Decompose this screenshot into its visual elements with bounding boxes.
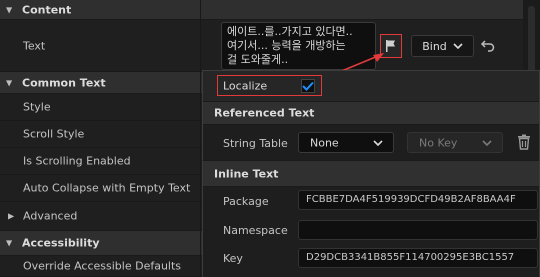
namespace-field[interactable] (298, 220, 538, 240)
property-label-text: Text (23, 39, 46, 52)
string-table-combo[interactable]: None (298, 132, 394, 153)
string-table-label: String Table (223, 137, 288, 150)
trash-icon[interactable] (517, 134, 531, 150)
expand-arrow-icon[interactable]: ▶ (8, 212, 14, 221)
property-label-is-scrolling-enabled: Is Scrolling Enabled (23, 154, 131, 168)
chevron-down-icon (453, 43, 463, 49)
inline-text-fields: Package FCBBE7DA4F519939DCFD49B2AF8BAA4F… (203, 187, 539, 277)
package-field[interactable]: FCBBE7DA4F519939DCFD49B2AF8BAA4F (298, 190, 538, 210)
header-title: Inline Text (214, 167, 279, 180)
localize-row: Localize (203, 71, 539, 101)
combo-value: No Key (419, 136, 458, 149)
referenced-text-header: Referenced Text (203, 101, 539, 125)
property-label-auto-collapse: Auto Collapse with Empty Text (23, 181, 191, 195)
localize-label: Localize (223, 79, 268, 92)
expand-arrow-icon[interactable]: ▼ (6, 78, 12, 87)
section-title: Content (22, 3, 72, 16)
string-table-row: String Table None No Key (203, 125, 539, 160)
expand-arrow-icon[interactable]: ▼ (6, 239, 12, 248)
section-title: Common Text (22, 76, 106, 89)
key-combo: No Key (407, 132, 503, 153)
section-content[interactable]: ▼ Content (0, 0, 540, 20)
namespace-label: Namespace (223, 224, 288, 237)
chevron-down-icon (482, 139, 492, 146)
section-title: Accessibility (22, 236, 100, 250)
text-value-line: 에이트..를..가지고 있다면.. (227, 25, 353, 38)
property-label-override-accessible: Override Accessible Defaults (23, 259, 182, 273)
bind-button-label: Bind (422, 39, 447, 53)
property-label-style: Style (23, 100, 51, 114)
package-label: Package (223, 195, 269, 208)
key-label: Key (223, 252, 243, 265)
reset-to-default-icon[interactable] (480, 37, 496, 53)
localize-checkbox[interactable] (301, 79, 315, 93)
localization-popup: Localize Referenced Text String Table No… (202, 70, 540, 277)
property-label-advanced: Advanced (23, 209, 78, 223)
inline-text-header: Inline Text (203, 160, 539, 187)
localize-toggle[interactable]: Localize (217, 75, 322, 96)
chevron-down-icon (373, 139, 383, 146)
property-label-scroll-style: Scroll Style (23, 127, 85, 141)
expand-arrow-icon[interactable]: ▼ (6, 5, 12, 14)
key-field[interactable]: D29DCB3341B855F114700295E3BC1557 (298, 248, 538, 268)
combo-value: None (310, 136, 339, 149)
column-divider[interactable] (200, 0, 201, 277)
checkmark-icon (302, 81, 314, 91)
bind-button[interactable]: Bind (411, 35, 474, 57)
header-title: Referenced Text (214, 106, 315, 120)
